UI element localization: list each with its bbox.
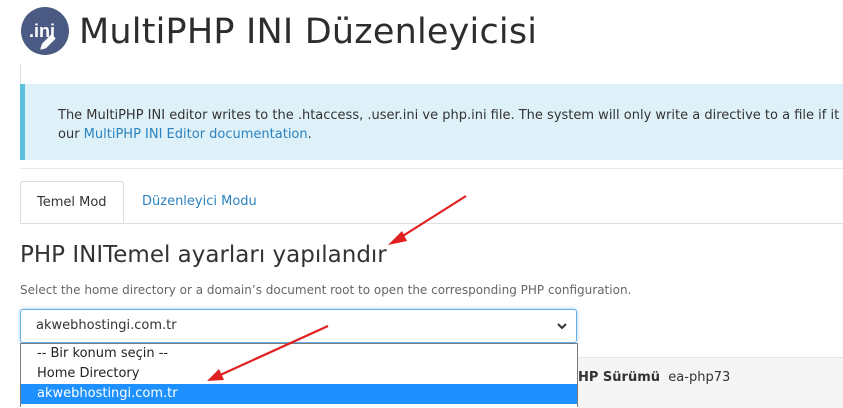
divider (20, 64, 21, 84)
info-text-line1: The MultiPHP INI editor writes to the .h… (58, 108, 843, 123)
php-version-text: HP Sürümü ea-php73 (578, 370, 730, 385)
php-version-row: HP Sürümü ea-php73 (578, 357, 843, 408)
help-text: Select the home directory or a domain’s … (20, 283, 632, 297)
section-heading: PHP INITemel ayarları yapılandır (20, 242, 387, 268)
info-text-end: . (307, 127, 312, 142)
dropdown-option-domain[interactable]: akwebhostingi.com.tr (21, 384, 577, 404)
page-title: MultiPHP INI Düzenleyicisi (79, 12, 538, 52)
php-version-label: HP Sürümü (578, 370, 661, 385)
mode-tabs: Temel Mod Düzenleyici Modu (20, 181, 843, 224)
page-header: .ini MultiPHP INI Düzenleyicisi (0, 0, 843, 66)
tab-basic-mode[interactable]: Temel Mod (20, 181, 124, 223)
multiphp-ini-logo-icon: .ini (21, 7, 69, 55)
tab-editor-mode[interactable]: Düzenleyici Modu (126, 181, 273, 223)
dropdown-option-placeholder[interactable]: -- Bir konum seçin -- (21, 344, 577, 364)
info-callout: The MultiPHP INI editor writes to the .h… (20, 84, 843, 160)
location-dropdown-list: -- Bir konum seçin -- Home Directory akw… (20, 343, 578, 407)
location-select-value: akwebhostingi.com.tr (36, 318, 177, 333)
divider (20, 168, 843, 169)
dropdown-option-home-directory[interactable]: Home Directory (21, 364, 577, 384)
info-text-line2: our (58, 127, 84, 142)
documentation-link[interactable]: MultiPHP INI Editor documentation (84, 127, 308, 142)
info-text: The MultiPHP INI editor writes to the .h… (58, 106, 843, 144)
php-version-value: ea-php73 (668, 370, 731, 385)
location-select[interactable]: akwebhostingi.com.tr (20, 309, 577, 343)
chevron-down-icon (557, 323, 567, 330)
